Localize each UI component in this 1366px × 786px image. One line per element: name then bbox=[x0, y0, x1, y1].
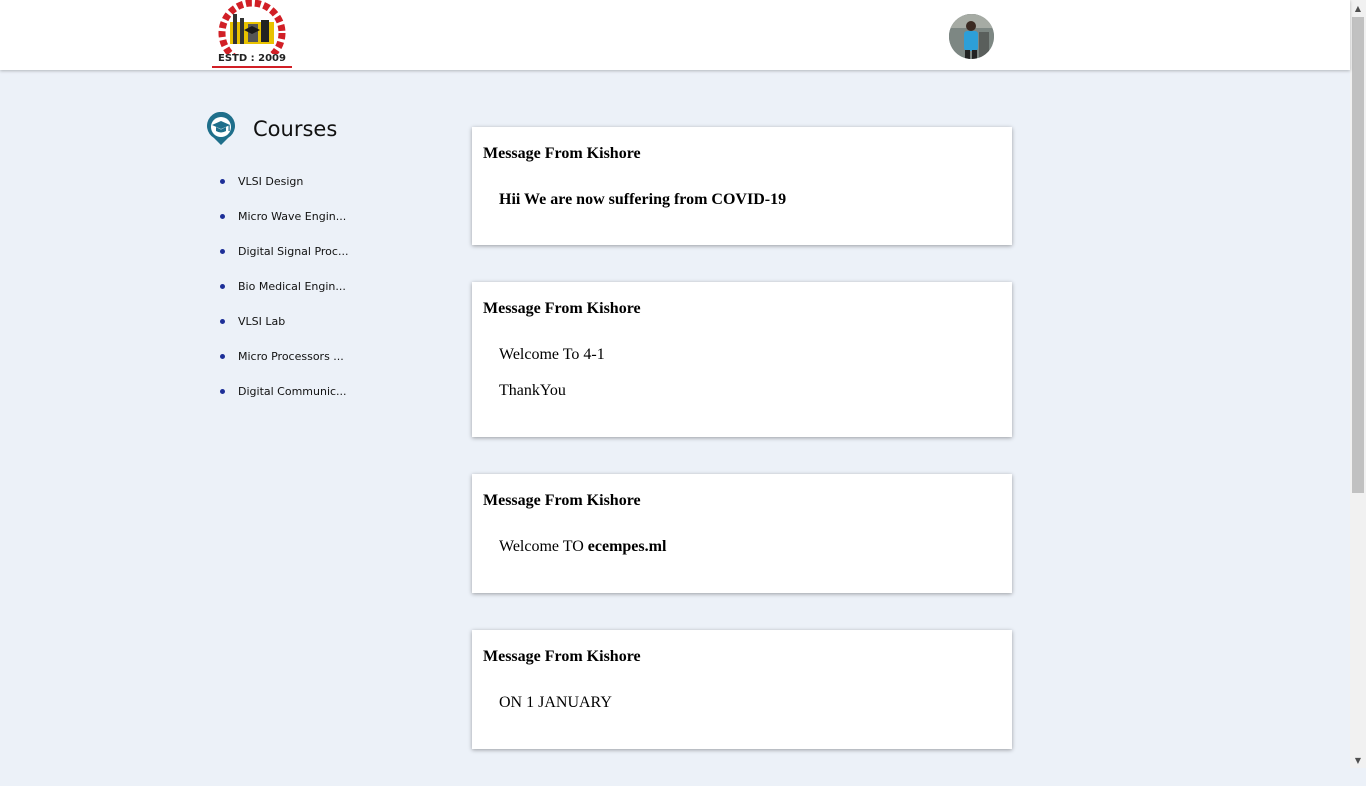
message-text: ON 1 JANUARY bbox=[499, 694, 612, 711]
scroll-up-arrow-icon[interactable]: ▲ bbox=[1350, 0, 1366, 16]
avatar-image-icon bbox=[949, 14, 994, 59]
message-feed: Message From Kishore Hii We are now suff… bbox=[472, 127, 1012, 786]
message-card: Message From Kishore ON 1 JANUARY bbox=[472, 630, 1012, 749]
course-item-bio-medical-engineering[interactable]: Bio Medical Engin... bbox=[205, 269, 405, 304]
bullet-icon bbox=[220, 389, 225, 394]
top-navbar: ESTD : 2009 bbox=[0, 0, 1350, 70]
message-text: Welcome To 4-1 bbox=[499, 346, 605, 363]
message-card: Message From Kishore Welcome TO ecempes.… bbox=[472, 474, 1012, 593]
course-item-digital-communication[interactable]: Digital Communic... bbox=[205, 374, 405, 409]
message-title: Message From Kishore bbox=[483, 300, 641, 317]
course-item-vlsi-design[interactable]: VLSI Design bbox=[205, 164, 405, 199]
bullet-icon bbox=[220, 179, 225, 184]
course-label: Digital Signal Proc... bbox=[238, 245, 349, 258]
message-text: ThankYou bbox=[499, 382, 566, 399]
course-label: VLSI Lab bbox=[238, 315, 286, 328]
message-card: Message From Kishore Hii We are now suff… bbox=[472, 127, 1012, 245]
scroll-thumb[interactable] bbox=[1352, 17, 1364, 493]
user-avatar[interactable] bbox=[949, 14, 994, 59]
bullet-icon bbox=[220, 354, 225, 359]
society-logo[interactable]: ESTD : 2009 bbox=[200, 0, 304, 69]
message-body: ON 1 JANUARY bbox=[483, 666, 1001, 712]
bullet-icon bbox=[220, 319, 225, 324]
message-title: Message From Kishore bbox=[483, 492, 641, 509]
course-list: VLSI Design Micro Wave Engin... Digital … bbox=[205, 164, 405, 409]
course-item-micro-wave-engineering[interactable]: Micro Wave Engin... bbox=[205, 199, 405, 234]
message-text: Welcome TO ecempes.ml bbox=[499, 538, 1001, 556]
courses-header: Courses bbox=[205, 112, 405, 146]
course-label: Bio Medical Engin... bbox=[238, 280, 346, 293]
page-scrollbar[interactable]: ▲ ▼ bbox=[1350, 0, 1366, 768]
course-item-micro-processors[interactable]: Micro Processors ... bbox=[205, 339, 405, 374]
message-card: Message From Kishore Welcome To 4-1 Than… bbox=[472, 282, 1012, 437]
bullet-icon bbox=[220, 249, 225, 254]
message-text: Hii We are now suffering from COVID-19 bbox=[499, 191, 787, 208]
message-text-prefix: Welcome TO bbox=[499, 538, 588, 555]
courses-sidebar: Courses VLSI Design Micro Wave Engin... … bbox=[205, 112, 405, 409]
bullet-icon bbox=[220, 214, 225, 219]
course-item-vlsi-lab[interactable]: VLSI Lab bbox=[205, 304, 405, 339]
message-link-text: ecempes.ml bbox=[587, 538, 667, 555]
graduation-cap-pin-icon bbox=[207, 112, 235, 145]
course-item-digital-signal-processing[interactable]: Digital Signal Proc... bbox=[205, 234, 405, 269]
message-title: Message From Kishore bbox=[483, 648, 641, 665]
message-body: Welcome TO ecempes.ml bbox=[483, 510, 1001, 556]
course-label: VLSI Design bbox=[238, 175, 304, 188]
course-label: Micro Wave Engin... bbox=[238, 210, 347, 223]
scroll-down-arrow-icon[interactable]: ▼ bbox=[1350, 752, 1366, 768]
courses-title: Courses bbox=[253, 117, 338, 141]
logo-estd-text: ESTD : 2009 bbox=[218, 53, 286, 64]
message-body: Hii We are now suffering from COVID-19 bbox=[483, 163, 1001, 209]
message-body: Welcome To 4-1 ThankYou bbox=[483, 318, 1001, 400]
course-label: Micro Processors ... bbox=[238, 350, 344, 363]
message-title: Message From Kishore bbox=[483, 145, 641, 162]
course-label: Digital Communic... bbox=[238, 385, 347, 398]
bullet-icon bbox=[220, 284, 225, 289]
